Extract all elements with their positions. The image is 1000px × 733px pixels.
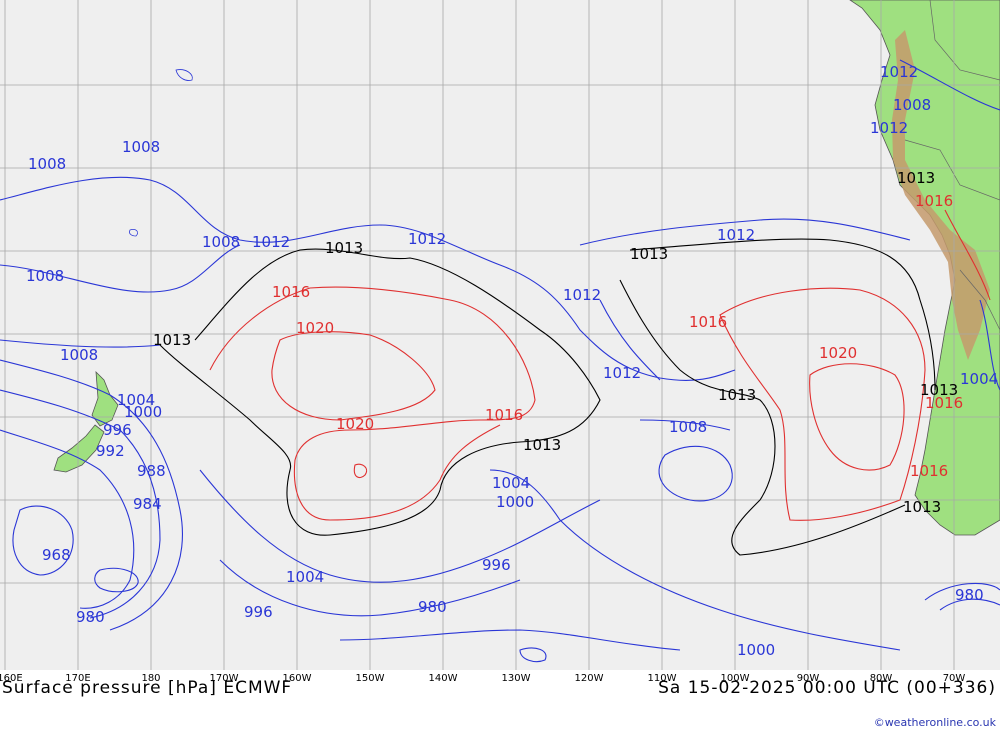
valid-time: Sa 15-02-2025 00:00 UTC (00+336)	[658, 678, 996, 698]
isobar-label: 1004	[960, 370, 998, 388]
isobar-label: 1012	[408, 230, 446, 248]
credit-link[interactable]: ©weatheronline.co.uk	[874, 716, 996, 729]
isobar-label: 1008	[202, 233, 240, 251]
isobar-label: 1013	[630, 245, 668, 263]
isobar-label: 1004	[492, 474, 530, 492]
isobar-label: 988	[137, 462, 166, 480]
isobar-label: 1012	[870, 119, 908, 137]
isobar-label: 980	[418, 598, 447, 616]
isobar-label: 1020	[296, 319, 334, 337]
isobar-label: 996	[244, 603, 273, 621]
isobar-label: 1000	[124, 403, 162, 421]
isobar-label: 1000	[496, 493, 534, 511]
isobar-label: 1020	[336, 415, 374, 433]
longitude-label: 130W	[501, 673, 531, 684]
longitude-label: 120W	[574, 673, 604, 684]
isobar-label: 1016	[925, 394, 963, 412]
isobar-label: 1020	[819, 344, 857, 362]
isobar-label: 1004	[286, 568, 324, 586]
isobar-label: 980	[955, 586, 984, 604]
isobar-label: 1012	[717, 226, 755, 244]
pressure-map: 1013 1013 1013 1013 1013 1013 1013 1013 …	[0, 0, 1000, 670]
isobar-label: 1012	[880, 63, 918, 81]
isobar-label: 1012	[603, 364, 641, 382]
isobar-label: 1008	[893, 96, 931, 114]
isobar-label: 1012	[563, 286, 601, 304]
isobar-label: 1013	[718, 386, 756, 404]
isobar-label: 1016	[915, 192, 953, 210]
isobar-label: 996	[482, 556, 511, 574]
isobar-label: 1016	[689, 313, 727, 331]
isobar-label: 1013	[153, 331, 191, 349]
isobar-label: 1008	[122, 138, 160, 156]
isobar-label: 1013	[903, 498, 941, 516]
isobar-label: 1000	[737, 641, 775, 659]
isobar-label: 1013	[897, 169, 935, 187]
isobar-label: 980	[76, 608, 105, 626]
isobar-label: 1016	[485, 406, 523, 424]
isobar-label: 1013	[523, 436, 561, 454]
isobar-label: 1013	[325, 239, 363, 257]
isobar-label: 984	[133, 495, 162, 513]
isobar-label: 1016	[910, 462, 948, 480]
isobar-label: 996	[103, 421, 132, 439]
isobar-label: 1008	[26, 267, 64, 285]
isobar-label: 1016	[272, 283, 310, 301]
longitude-label: 140W	[428, 673, 458, 684]
isobar-label: 968	[42, 546, 71, 564]
longitude-label: 150W	[355, 673, 385, 684]
isobar-label: 1008	[28, 155, 66, 173]
isobar-label: 1012	[252, 233, 290, 251]
isobar-label: 992	[96, 442, 125, 460]
chart-title: Surface pressure [hPa] ECMWF	[2, 678, 293, 698]
isobar-label: 1008	[60, 346, 98, 364]
isobar-label: 1008	[669, 418, 707, 436]
